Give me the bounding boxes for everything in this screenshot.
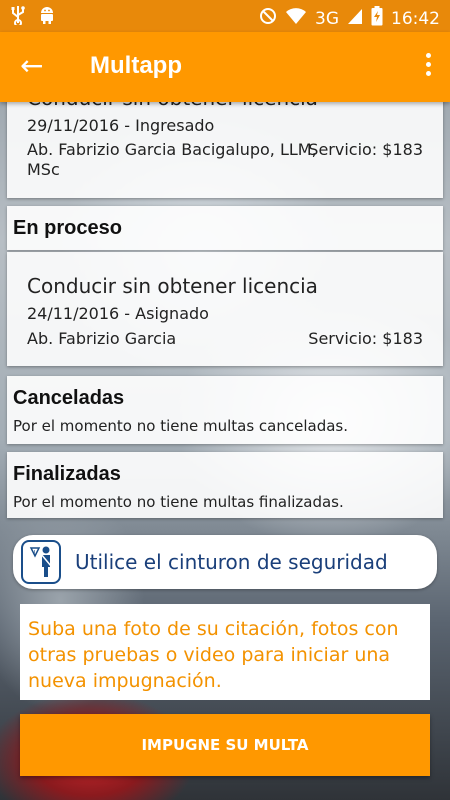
multa-lawyer: Ab. Fabrizio Garcia bbox=[27, 329, 177, 348]
multa-lawyer: Ab. Fabrizio Garcia Bacigalupo, LLM, bbox=[27, 140, 317, 159]
multa-lawyer-cont: MSc bbox=[27, 160, 60, 179]
multa-price: Servicio: $183 bbox=[308, 140, 423, 159]
upload-instructions: Suba una foto de su citación, fotos con … bbox=[20, 604, 430, 700]
battery-charging-icon bbox=[371, 6, 383, 31]
app-title: Multapp bbox=[90, 52, 182, 79]
android-icon bbox=[38, 5, 56, 30]
more-vert-icon[interactable] bbox=[420, 50, 436, 84]
upload-instructions-text: Suba una foto de su citación, fotos con … bbox=[28, 618, 399, 692]
do-not-disturb-icon bbox=[259, 7, 277, 30]
section-header: Canceladas bbox=[13, 387, 125, 409]
svg-text:!: ! bbox=[34, 550, 36, 557]
usb-icon bbox=[10, 5, 26, 30]
signal-icon bbox=[347, 7, 363, 30]
section-empty-message: Por el momento no tiene multas finalizad… bbox=[13, 493, 344, 511]
safety-tip-text: Utilice el cinturon de seguridad bbox=[75, 550, 388, 574]
multa-price: Servicio: $183 bbox=[308, 329, 423, 348]
multa-card-en-proceso[interactable]: Conducir sin obtener licencia 24/11/2016… bbox=[7, 252, 443, 366]
clock: 16:42 bbox=[391, 8, 440, 29]
network-type: 3G bbox=[315, 8, 339, 29]
back-arrow-icon[interactable]: ← bbox=[20, 48, 43, 84]
section-finalizadas: Finalizadas Por el momento no tiene mult… bbox=[7, 452, 443, 518]
section-empty-message: Por el momento no tiene multas cancelada… bbox=[13, 417, 349, 435]
section-en-proceso: En proceso bbox=[7, 206, 443, 250]
app-toolbar: ← Multapp bbox=[0, 32, 450, 102]
section-header: Finalizadas bbox=[13, 463, 121, 485]
section-header: En proceso bbox=[13, 217, 122, 239]
multa-date-status: 29/11/2016 - Ingresado bbox=[27, 116, 215, 135]
status-bar: 3G 16:42 bbox=[0, 0, 450, 32]
section-canceladas: Canceladas Por el momento no tiene multa… bbox=[7, 376, 443, 444]
seatbelt-person-icon: ! bbox=[21, 540, 61, 584]
safety-tip-banner: ! Utilice el cinturon de seguridad bbox=[13, 535, 437, 589]
wifi-icon bbox=[285, 7, 307, 30]
multa-date-status: 24/11/2016 - Asignado bbox=[27, 304, 209, 323]
multa-name: Conducir sin obtener licencia bbox=[27, 274, 318, 298]
impugne-multa-button[interactable]: IMPUGNE SU MULTA bbox=[20, 714, 430, 776]
